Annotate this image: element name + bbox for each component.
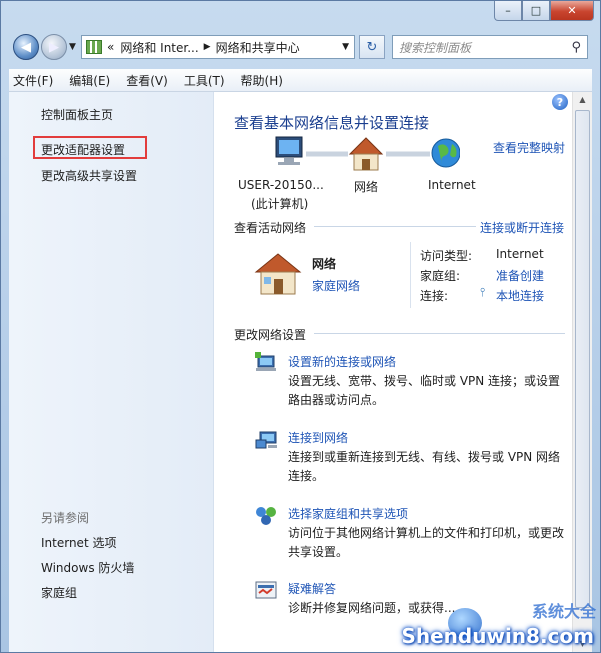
scroll-up-icon[interactable]: ▲ (573, 92, 592, 108)
menu-file[interactable]: 文件(F) (13, 72, 53, 89)
menu-view[interactable]: 查看(V) (126, 72, 168, 89)
breadcrumb-network-internet[interactable]: 网络和 Inter... (120, 39, 198, 56)
forward-button[interactable]: ▶ (41, 34, 67, 60)
internet-globe-icon[interactable] (431, 138, 460, 168)
network-map-label: 网络 (354, 180, 379, 194)
address-dropdown-icon[interactable]: ▼ (342, 42, 349, 52)
homegroup-sharing-desc: 访问位于其他网络计算机上的文件和打印机，或更改共享设置。 (288, 526, 565, 559)
vertical-divider (410, 242, 411, 308)
recent-pages-dropdown-icon[interactable]: ▼ (69, 42, 76, 52)
breadcrumb-sharing-center[interactable]: 网络和共享中心 (216, 39, 300, 56)
ethernet-icon: ⫯ (480, 285, 486, 299)
task-pane: 控制面板主页 更改适配器设置 更改高级共享设置 另请参阅 Internet 选项… (9, 92, 214, 652)
setup-new-connection-desc: 设置无线、宽带、拨号、临时或 VPN 连接；或设置路由器或访问点。 (288, 374, 561, 407)
internet-map-label: Internet (428, 178, 476, 192)
main-pane: ? 查看基本网络信息并设置连接 查看完整映射 USER-20150... (此计… (214, 92, 572, 652)
section-divider (314, 333, 565, 334)
network-house-icon[interactable] (348, 137, 384, 171)
computer-name: USER-20150... (238, 178, 324, 192)
homegroup-sharing-icon (256, 507, 276, 525)
scrollbar-thumb[interactable] (575, 110, 590, 608)
change-adapter-settings-link[interactable]: 更改适配器设置 (41, 141, 125, 158)
explorer-window: – □ ✕ ◀ ▶ ▼ « 网络和 Inter... ▶ 网络和共享中心 ▼ ↻… (0, 0, 601, 653)
access-type-value: Internet (496, 247, 544, 261)
address-bar[interactable]: « 网络和 Inter... ▶ 网络和共享中心 ▼ (81, 35, 355, 59)
menu-edit[interactable]: 编辑(E) (69, 72, 110, 89)
watermark-cn-text: 系统大全 (531, 602, 596, 621)
computer-icon[interactable] (275, 136, 303, 165)
see-also-heading: 另请参阅 (41, 511, 90, 525)
connection-label: 连接: (420, 289, 449, 303)
navigation-bar: ◀ ▶ ▼ « 网络和 Inter... ▶ 网络和共享中心 ▼ ↻ 搜索控制面… (9, 31, 592, 65)
troubleshoot-desc: 诊断并修复网络问题，或获得... (288, 601, 456, 615)
page-title: 查看基本网络信息并设置连接 (234, 114, 430, 132)
connect-disconnect-link[interactable]: 连接或断开连接 (480, 219, 564, 236)
breadcrumb-prefix[interactable]: « (107, 40, 114, 54)
connect-to-network-link[interactable]: 连接到网络 (288, 429, 348, 446)
windows-firewall-link[interactable]: Windows 防火墙 (41, 559, 134, 576)
minimize-button[interactable]: – (494, 1, 522, 21)
connect-to-network-desc: 连接到或重新连接到无线、有线、拨号或 VPN 网络连接。 (288, 450, 561, 483)
breadcrumb-separator-icon[interactable]: ▶ (204, 42, 211, 52)
local-connection-link[interactable]: 本地连接 (496, 287, 544, 304)
active-networks-heading: 查看活动网络 (234, 221, 307, 235)
network-map (275, 136, 460, 171)
search-placeholder: 搜索控制面板 (399, 40, 472, 55)
change-advanced-sharing-link[interactable]: 更改高级共享设置 (41, 167, 137, 184)
maximize-button[interactable]: □ (522, 1, 550, 21)
menu-bar: 文件(F) 编辑(E) 查看(V) 工具(T) 帮助(H) (9, 69, 592, 92)
menu-help[interactable]: 帮助(H) (241, 72, 283, 89)
active-network-name: 网络 (312, 257, 337, 271)
homegroup-link[interactable]: 家庭组 (41, 584, 77, 601)
close-button[interactable]: ✕ (550, 1, 594, 21)
content-area: 控制面板主页 更改适配器设置 更改高级共享设置 另请参阅 Internet 选项… (9, 92, 592, 652)
access-type-label: 访问类型: (420, 249, 473, 263)
internet-options-link[interactable]: Internet 选项 (41, 534, 116, 551)
homegroup-ready-link[interactable]: 准备创建 (496, 267, 544, 284)
back-button[interactable]: ◀ (13, 34, 39, 60)
help-icon[interactable]: ? (552, 94, 568, 110)
search-input[interactable]: 搜索控制面板 ⚲ (392, 35, 588, 59)
see-full-map-link[interactable]: 查看完整映射 (493, 139, 565, 156)
this-computer-label: (此计算机) (251, 197, 309, 211)
caption-buttons: – □ ✕ (494, 1, 594, 21)
troubleshoot-link[interactable]: 疑难解答 (288, 580, 336, 597)
connect-network-icon (255, 431, 277, 449)
setup-new-connection-link[interactable]: 设置新的连接或网络 (288, 353, 396, 370)
change-settings-heading: 更改网络设置 (234, 328, 307, 342)
network-center-icon (86, 40, 102, 54)
menu-tools[interactable]: 工具(T) (184, 72, 225, 89)
watermark-text: Shenduwin8.com (401, 624, 594, 648)
search-icon[interactable]: ⚲ (571, 40, 581, 55)
troubleshoot-icon (255, 581, 277, 599)
vertical-scrollbar[interactable]: ▲ ▼ (572, 92, 592, 652)
section-divider (314, 226, 476, 227)
home-network-icon (254, 253, 302, 295)
home-network-link[interactable]: 家庭网络 (312, 277, 360, 294)
refresh-button[interactable]: ↻ (359, 35, 385, 59)
homegroup-sharing-link[interactable]: 选择家庭组和共享选项 (288, 505, 408, 522)
control-panel-home-link[interactable]: 控制面板主页 (41, 106, 113, 123)
new-connection-icon (255, 352, 276, 371)
homegroup-label: 家庭组: (420, 269, 461, 283)
